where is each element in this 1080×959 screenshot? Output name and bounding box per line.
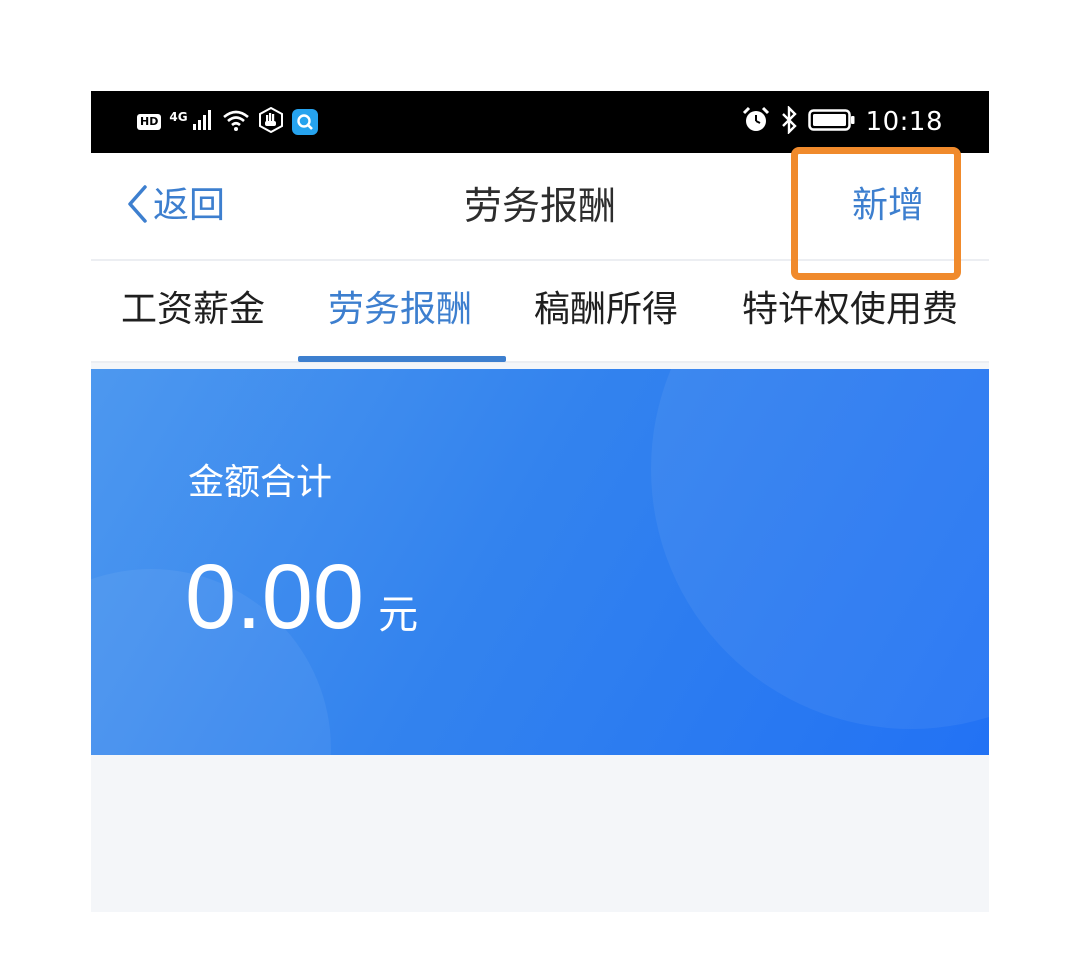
status-bar: HD 4G 10:18 [91, 91, 989, 153]
status-left: HD 4G [137, 105, 318, 139]
tab-author-remuneration[interactable]: 稿酬所得 [534, 285, 678, 335]
signal-icon [192, 109, 214, 135]
bluetooth-icon [780, 105, 798, 138]
amount-summary-card: 金额合计 0.00 元 [91, 369, 989, 755]
battery-icon [807, 108, 856, 136]
nav-bar: 返回 劳务报酬 新增 [91, 153, 989, 261]
search-app-icon [291, 109, 318, 135]
status-time: 10:18 [865, 107, 943, 137]
phone-screen: HD 4G 10:18 返回 劳务报酬 新增 工资薪金 劳务报酬 稿酬所得 特许… [91, 91, 989, 912]
wifi-icon [222, 108, 250, 136]
tab-royalties[interactable]: 特许权使用费 [742, 285, 958, 335]
active-tab-indicator [298, 356, 506, 362]
currency-unit: 元 [378, 592, 419, 638]
hand-shield-icon [258, 106, 284, 137]
network-type: 4G [169, 110, 188, 124]
total-amount-label: 金额合计 [188, 462, 333, 503]
card-decoration [651, 369, 989, 729]
hd-badge: HD [137, 114, 162, 130]
tab-labor-remuneration[interactable]: 劳务报酬 [328, 285, 472, 335]
tab-salary[interactable]: 工资薪金 [121, 285, 265, 335]
add-button[interactable]: 新增 [848, 181, 928, 231]
total-amount: 0.00 元 [185, 545, 418, 649]
status-right: 10:18 [742, 105, 943, 139]
alarm-icon [742, 106, 770, 138]
total-amount-value: 0.00 [185, 546, 365, 648]
tab-bar: 工资薪金 劳务报酬 稿酬所得 特许权使用费 [91, 261, 989, 363]
